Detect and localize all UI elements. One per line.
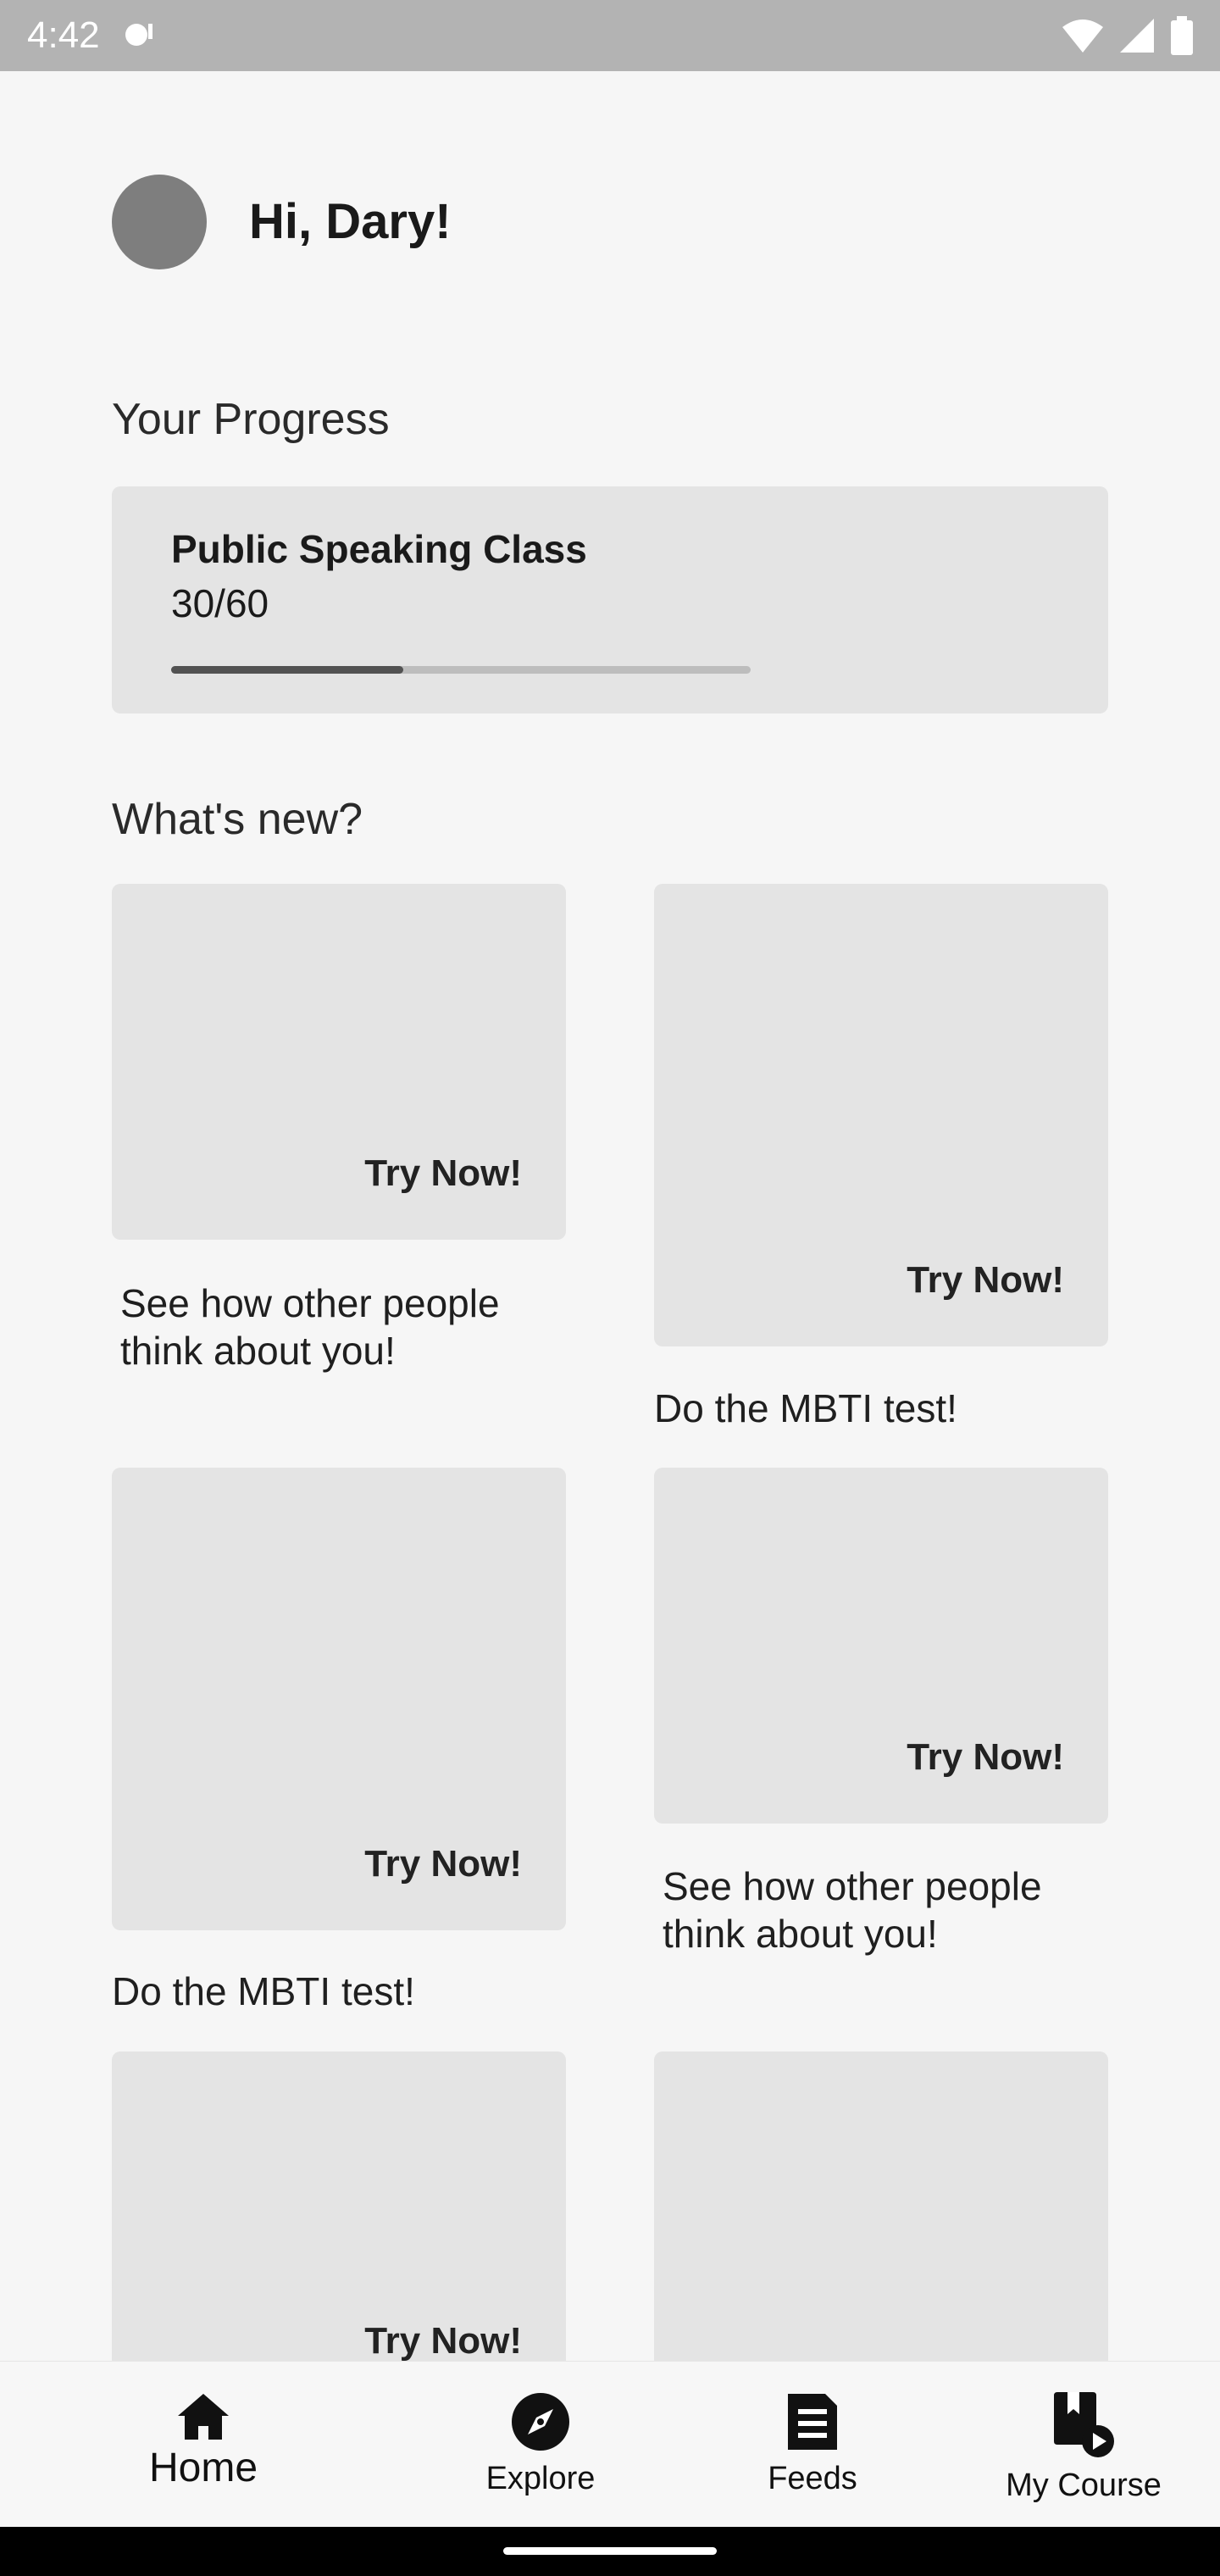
try-now-button[interactable]: Try Now! (364, 2316, 522, 2367)
progress-bar (171, 666, 751, 674)
nav-label: Explore (485, 2461, 596, 2496)
status-time: 4:42 (27, 14, 100, 56)
compass-icon (512, 2393, 569, 2451)
nav-item-feeds[interactable]: Feeds (728, 2362, 897, 2528)
nav-label: Home (148, 2446, 258, 2490)
whats-new-card[interactable]: Try Now! (112, 1468, 566, 1930)
whats-new-card[interactable] (654, 2051, 1108, 2407)
system-icons (1061, 15, 1195, 56)
progress-bar-fill (171, 666, 403, 674)
course-play-icon (1054, 2392, 1114, 2457)
card-caption: See how other people think about you! (663, 1864, 1042, 1956)
greeting: Hi, Dary! (249, 194, 452, 249)
wifi-icon (1062, 19, 1103, 53)
whats-new-card[interactable]: Try Now! (112, 884, 566, 1240)
whats-new-title: What's new? (112, 795, 363, 844)
notification-icon (125, 24, 152, 46)
nav-label: Feeds (768, 2461, 857, 2496)
card-caption: Do the MBTI test! (112, 1969, 415, 2013)
try-now-button[interactable]: Try Now! (907, 1255, 1064, 1306)
nav-item-explore[interactable]: Explore (456, 2362, 625, 2528)
signal-icon (1120, 19, 1154, 53)
whats-new-card[interactable]: Try Now! (112, 2051, 566, 2407)
try-now-button[interactable]: Try Now! (907, 1732, 1064, 1783)
course-progress-count: 30/60 (171, 581, 269, 625)
card-caption: See how other people think about you! (120, 1281, 500, 1373)
try-now-button[interactable]: Try Now! (364, 1839, 522, 1890)
battery-icon (1171, 16, 1193, 55)
feed-icon (788, 2394, 837, 2450)
nav-label: My Course (1006, 2468, 1162, 2503)
whats-new-card[interactable]: Try Now! (654, 1468, 1108, 1824)
whats-new-card[interactable]: Try Now! (654, 884, 1108, 1346)
status-bar (0, 0, 1220, 71)
progress-card[interactable]: Public Speaking Class 30/60 (112, 486, 1108, 713)
home-gesture-bar[interactable] (503, 2547, 717, 2555)
nav-item-my-course[interactable]: My Course (982, 2362, 1185, 2528)
nav-item-home[interactable]: Home (119, 2362, 288, 2528)
bottom-nav: Home Explore Feeds My Course (0, 2361, 1220, 2528)
avatar[interactable] (112, 175, 207, 269)
try-now-button[interactable]: Try Now! (364, 1148, 522, 1199)
home-icon (178, 2394, 229, 2440)
card-caption: Do the MBTI test! (654, 1386, 957, 1430)
course-name: Public Speaking Class (171, 527, 587, 571)
progress-section-title: Your Progress (112, 395, 390, 444)
